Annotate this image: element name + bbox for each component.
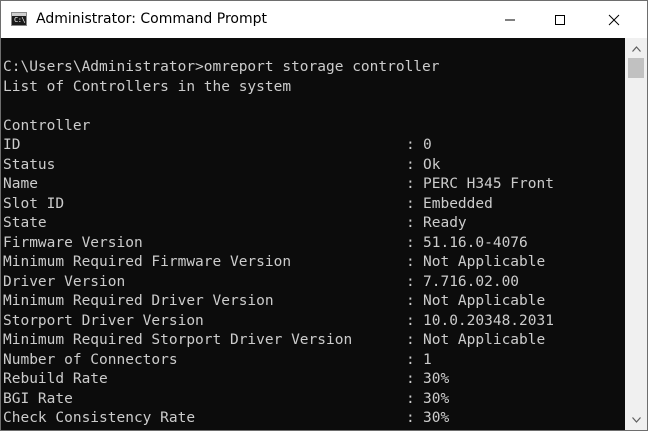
property-label: Storport Driver Version: [3, 312, 204, 329]
chevron-up-icon: [631, 45, 641, 52]
property-label: Rebuild Rate: [3, 371, 108, 387]
property-row: ID:0: [1, 136, 625, 156]
property-separator: :: [406, 390, 415, 407]
close-button[interactable]: [591, 1, 637, 38]
cmd-icon[interactable]: C:\: [11, 12, 27, 26]
property-value: 0: [423, 137, 432, 153]
minimize-button[interactable]: [487, 1, 533, 38]
property-label: Slot ID: [3, 195, 65, 212]
property-row: Rebuild Rate:30%: [1, 370, 625, 390]
property-row: Slot ID: Embedded: [1, 195, 625, 215]
property-value: 30%: [423, 390, 450, 407]
property-row: Driver Version:7.716.02.00: [1, 273, 625, 293]
property-separator: :: [406, 312, 415, 329]
property-row: Minimum Required Firmware Version: Not Ap…: [1, 253, 625, 273]
cmd-icon-glyph: C:\: [14, 16, 26, 24]
property-value: 30%: [423, 410, 450, 426]
property-label: Minimum Required Firmware Version: [3, 254, 292, 270]
scroll-up-button[interactable]: [625, 40, 647, 57]
close-icon: [608, 14, 620, 25]
property-value: Embedded: [423, 195, 493, 212]
property-value: Ok: [423, 156, 441, 173]
property-separator: :: [406, 371, 415, 387]
property-row: Name: PERC H345 Front: [1, 175, 625, 195]
property-row: Storport Driver Version:10.0.20348.2031: [1, 312, 625, 332]
property-value: 30%: [423, 371, 450, 387]
property-separator: :: [406, 137, 415, 153]
property-value: 51.16.0-4076: [423, 234, 528, 251]
property-label: Number of Connectors: [3, 351, 178, 368]
property-separator: :: [406, 254, 415, 270]
property-row: Check Consistency Rate:30%: [1, 409, 625, 429]
property-label: Driver Version: [3, 273, 126, 290]
property-value: Not Applicable: [423, 332, 546, 348]
output-header: List of Controllers in the system: [3, 78, 292, 95]
property-separator: :: [406, 332, 415, 348]
maximize-button[interactable]: [537, 1, 583, 38]
command-prompt-window: C:\ Administrator: Command Prompt C:\Use…: [0, 0, 648, 431]
property-value: Not Applicable: [423, 254, 546, 270]
property-value: 7.716.02.00: [423, 273, 520, 290]
property-row: Firmware Version:51.16.0-4076: [1, 234, 625, 254]
vertical-scrollbar[interactable]: [625, 38, 647, 430]
scroll-thumb[interactable]: [628, 58, 644, 78]
property-separator: :: [406, 351, 415, 368]
property-label: Name: [3, 176, 38, 192]
property-separator: :: [406, 273, 415, 290]
property-label: Check Consistency Rate: [3, 410, 196, 426]
title-bar[interactable]: C:\ Administrator: Command Prompt: [1, 1, 647, 38]
property-value: PERC H345 Front: [423, 176, 554, 192]
property-separator: :: [406, 410, 415, 426]
property-label: BGI Rate: [3, 390, 73, 407]
property-separator: :: [406, 293, 415, 309]
property-row: Status: Ok: [1, 156, 625, 176]
property-value: Ready: [423, 215, 467, 231]
property-separator: :: [406, 176, 415, 192]
property-value: 10.0.20348.2031: [423, 312, 554, 329]
property-label: State: [3, 215, 47, 231]
property-row: Number of Connectors:1: [1, 351, 625, 371]
console-output[interactable]: C:\Users\Administrator>omreport storage …: [1, 38, 625, 430]
property-separator: :: [406, 156, 415, 173]
property-label: ID: [3, 137, 21, 153]
property-label: Firmware Version: [3, 234, 143, 251]
window-title: Administrator: Command Prompt: [36, 11, 267, 27]
property-label: Minimum Required Storport Driver Version: [3, 332, 353, 348]
property-label: Status: [3, 156, 56, 173]
property-separator: :: [406, 215, 415, 231]
property-value: Not Applicable: [423, 293, 546, 309]
property-row: Minimum Required Driver Version: Not Appl…: [1, 292, 625, 312]
maximize-icon: [555, 14, 565, 25]
property-value: 1: [423, 351, 432, 368]
property-row: State: Ready: [1, 214, 625, 234]
chevron-down-icon: [631, 416, 641, 423]
property-separator: :: [406, 234, 415, 251]
command-line: C:\Users\Administrator>omreport storage …: [3, 59, 440, 75]
property-label: Minimum Required Driver Version: [3, 293, 274, 309]
property-row: BGI Rate:30%: [1, 390, 625, 410]
section-title: Controller: [3, 117, 91, 134]
scroll-down-button[interactable]: [625, 411, 647, 428]
property-row: Minimum Required Storport Driver Version…: [1, 331, 625, 351]
property-separator: :: [406, 195, 415, 212]
minimize-icon: [505, 19, 515, 20]
